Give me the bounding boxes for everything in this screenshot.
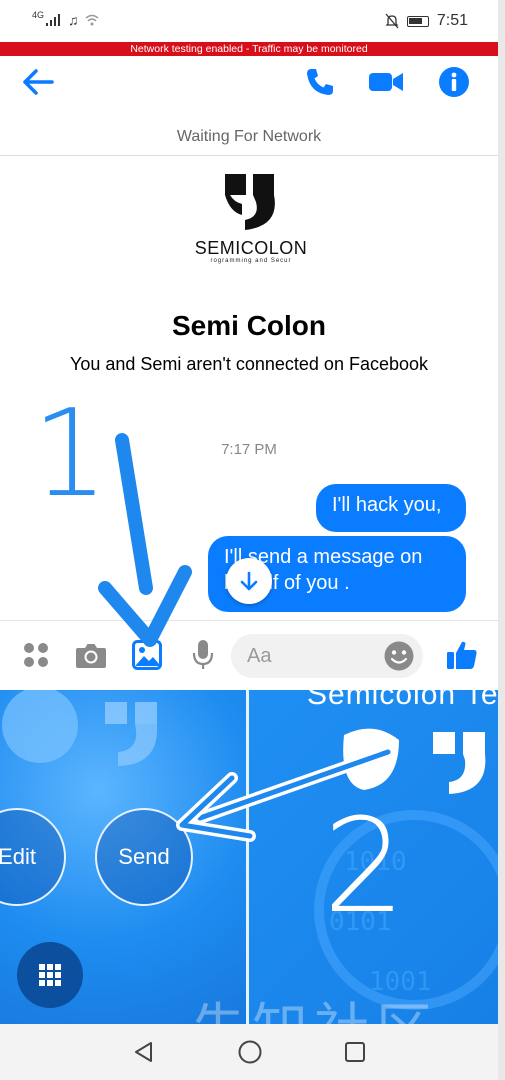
messenger-screen: 4G ♫ 7:51 Network testing enabled - Traf… bbox=[0, 0, 498, 1080]
like-icon bbox=[447, 641, 477, 669]
arrow-left-icon bbox=[23, 69, 54, 95]
back-button[interactable] bbox=[20, 64, 56, 100]
send-button[interactable]: Send bbox=[95, 808, 193, 906]
emoji-icon[interactable] bbox=[383, 640, 415, 672]
media-gallery: Edit Send 1010 0101 1001 Semicolon Te bbox=[0, 690, 498, 1024]
voice-clip-button[interactable] bbox=[186, 638, 220, 672]
message-input[interactable] bbox=[247, 634, 387, 678]
contact-name: Semi Colon bbox=[171, 310, 326, 341]
step-1-label: 1 bbox=[32, 385, 109, 524]
triangle-back-icon bbox=[135, 1042, 152, 1062]
status-bar: 4G ♫ 7:51 bbox=[0, 0, 498, 42]
logo-text: SEMICOLON bbox=[194, 238, 308, 258]
video-call-button[interactable] bbox=[368, 64, 404, 100]
network-type: 4G bbox=[32, 10, 45, 20]
step-2-label: 2 bbox=[323, 790, 406, 942]
arrow-down-icon bbox=[240, 571, 258, 591]
like-button[interactable] bbox=[445, 638, 479, 672]
nav-home-button[interactable] bbox=[236, 1038, 264, 1066]
photo-caption: Semicolon Te bbox=[307, 690, 498, 711]
status-right: 7:51 bbox=[385, 12, 468, 30]
nav-recents-button[interactable] bbox=[341, 1038, 369, 1066]
grid-icon bbox=[39, 964, 61, 986]
logo-subtext: rogramming and Secur bbox=[210, 258, 292, 264]
info-button[interactable] bbox=[436, 64, 472, 100]
connection-notice: You and Semi aren't connected on Faceboo… bbox=[69, 354, 429, 374]
camera-icon bbox=[76, 644, 106, 668]
nav-back-button[interactable] bbox=[130, 1038, 158, 1066]
system-nav-bar bbox=[0, 1024, 498, 1080]
status-left: 4G ♫ bbox=[32, 10, 99, 28]
header-divider bbox=[0, 155, 498, 156]
circle-home-icon bbox=[238, 1040, 262, 1064]
connection-status: Waiting For Network bbox=[176, 128, 322, 145]
gallery-photo[interactable]: Edit Send bbox=[0, 690, 246, 1024]
message-composer bbox=[0, 620, 498, 690]
mute-notification-icon bbox=[385, 13, 399, 29]
chat-header bbox=[0, 56, 498, 112]
clock: 7:51 bbox=[436, 12, 468, 29]
gallery-icon bbox=[132, 640, 162, 670]
square-recents-icon bbox=[345, 1042, 365, 1062]
music-icon: ♫ bbox=[68, 12, 79, 28]
info-icon bbox=[439, 67, 469, 97]
battery-icon bbox=[406, 15, 429, 27]
signal-icon bbox=[46, 14, 61, 26]
network-testing-banner: Network testing enabled - Traffic may be… bbox=[0, 42, 498, 56]
gallery-button[interactable] bbox=[130, 638, 164, 672]
scroll-to-bottom-button[interactable] bbox=[226, 558, 272, 604]
wifi-icon bbox=[85, 14, 98, 26]
message-bubble[interactable]: I'll hack you, bbox=[316, 484, 466, 532]
more-icon bbox=[24, 643, 48, 667]
blurred-logo bbox=[2, 690, 158, 766]
open-gallery-button[interactable] bbox=[17, 942, 83, 1008]
voice-call-button[interactable] bbox=[302, 64, 338, 100]
edit-button[interactable]: Edit bbox=[0, 808, 66, 906]
more-button[interactable] bbox=[19, 638, 53, 672]
phone-icon bbox=[307, 69, 333, 95]
camera-button[interactable] bbox=[74, 638, 108, 672]
message-input-wrapper bbox=[231, 634, 423, 678]
video-camera-icon bbox=[369, 73, 403, 91]
semicolon-logo-icon bbox=[225, 174, 275, 230]
microphone-icon bbox=[192, 640, 214, 669]
screen-edge bbox=[498, 0, 505, 1080]
